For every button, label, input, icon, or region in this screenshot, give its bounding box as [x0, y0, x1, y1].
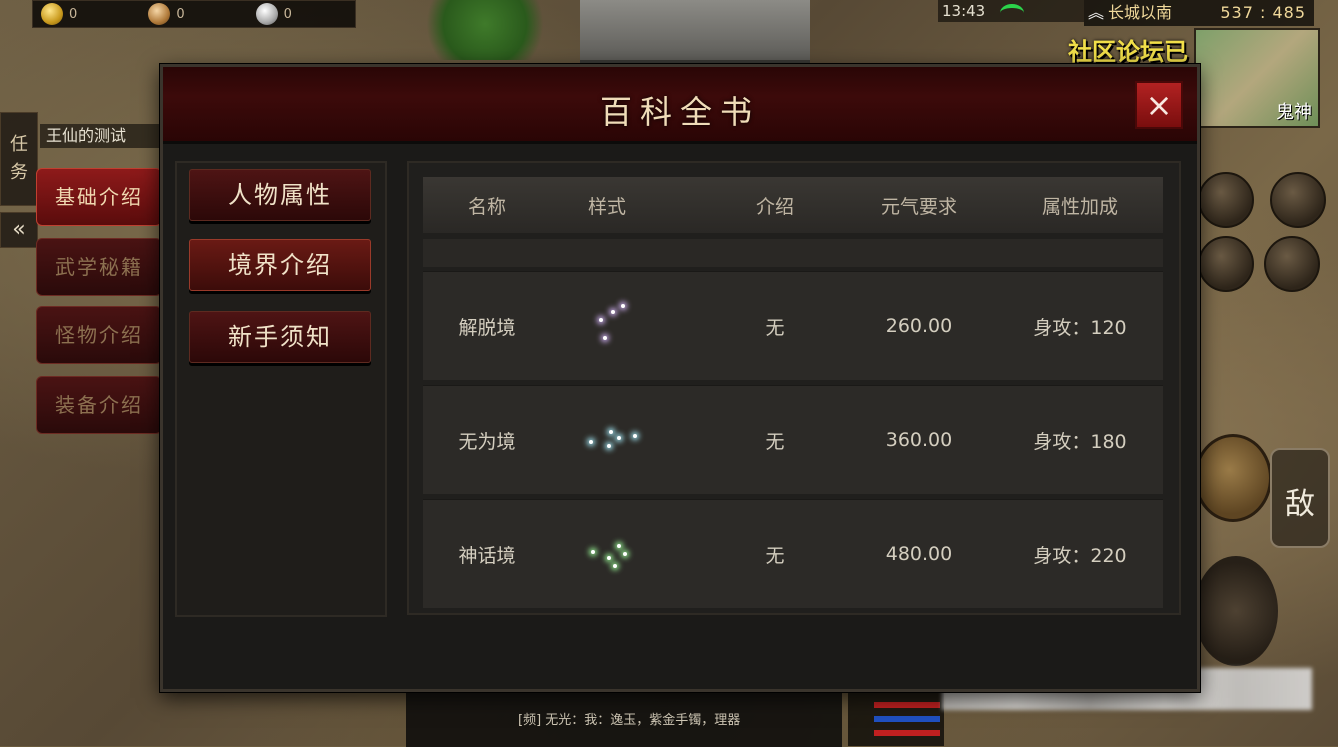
- category-character-attributes[interactable]: 人物属性: [189, 169, 371, 221]
- gold-ingot-icon: [41, 3, 63, 25]
- dialog-title: 百科全书: [599, 93, 760, 131]
- quest-title: 王仙的测试: [40, 124, 166, 148]
- sparkle-dot: [589, 440, 593, 444]
- copper-coin-icon: [148, 3, 171, 25]
- wifi-icon: [1000, 4, 1024, 22]
- sparkle-dot: [609, 430, 613, 434]
- col-requirement: 元气要求: [880, 195, 957, 218]
- realm-style-sparkles: [551, 386, 663, 494]
- sparkle-dot: [623, 552, 627, 556]
- realm-table: 名称 样式 介绍 元气要求 属性加成 解脱境 无 260.00 身攻：120 无…: [407, 161, 1181, 615]
- col-style: 样式: [587, 195, 626, 218]
- sparkle-dot: [603, 336, 607, 340]
- sparkle-dot: [599, 318, 603, 322]
- table-row[interactable]: 无为境 无 360.00 身攻：180: [423, 385, 1163, 494]
- side-button-monster-intro[interactable]: 怪物介绍: [36, 306, 162, 364]
- location-bar[interactable]: ︽ 长城以南 537 : 485: [1084, 0, 1314, 26]
- target-enemy-button[interactable]: 敌: [1270, 448, 1330, 548]
- side-button-martial-arts[interactable]: 武学秘籍: [36, 238, 162, 296]
- currency-silver: 0: [255, 3, 355, 25]
- tree-scenery: [410, 0, 560, 60]
- sparkle-dot: [591, 550, 595, 554]
- table-header: 名称 样式 介绍 元气要求 属性加成: [423, 177, 1163, 233]
- location-coords: 537 : 485: [1220, 3, 1306, 22]
- side-button-basic-intro[interactable]: 基础介绍: [36, 168, 162, 226]
- silver-value: 0: [283, 6, 292, 22]
- realm-name: 神话境: [458, 544, 516, 567]
- sparkle-dot: [607, 556, 611, 560]
- skill-slot-icon[interactable]: [1198, 172, 1254, 228]
- hp-bar: [874, 702, 940, 708]
- realm-desc: 无: [765, 316, 785, 339]
- table-row[interactable]: 神话境 无 480.00 身攻：220: [423, 499, 1163, 608]
- gold-value: 0: [69, 6, 78, 22]
- realm-bonus: 身攻：120: [1033, 316, 1127, 339]
- realm-requirement: 360.00: [885, 429, 953, 451]
- task-tab-char-2: 务: [10, 162, 28, 183]
- realm-requirement: 260.00: [885, 315, 953, 337]
- currency-bar: 0 0 0: [32, 0, 356, 28]
- realm-bonus: 身攻：180: [1033, 430, 1127, 453]
- task-tab[interactable]: 任 务: [0, 112, 38, 206]
- forum-notice[interactable]: 社区论坛已: [1068, 32, 1188, 67]
- realm-desc: 无: [765, 430, 785, 453]
- currency-gold: 0: [41, 3, 140, 25]
- realm-desc: 无: [765, 544, 785, 567]
- location-name: 长城以南: [1108, 3, 1173, 22]
- table-row[interactable]: 解脱境 无 260.00 身攻：120: [423, 271, 1163, 380]
- sparkle-dot: [607, 444, 611, 448]
- category-newbie-guide[interactable]: 新手须知: [189, 311, 371, 363]
- chat-line: [频] 无光：我：逸玉，紫金手镯，理器: [518, 713, 741, 728]
- building-scenery: [580, 0, 810, 63]
- chevron-up-icon[interactable]: ︽: [1084, 0, 1108, 26]
- realm-name: 解脱境: [458, 316, 516, 339]
- realm-bonus: 身攻：220: [1033, 544, 1127, 567]
- table-spacer: [423, 239, 1163, 267]
- category-realm-intro[interactable]: 境界介绍: [189, 239, 371, 291]
- sparkle-dot: [617, 436, 621, 440]
- realm-name: 无为境: [458, 430, 516, 453]
- col-bonus: 属性加成: [1041, 195, 1118, 218]
- minimap-label: 鬼神: [1276, 102, 1312, 123]
- menu-diamond-icon[interactable]: [1264, 236, 1320, 292]
- dialog-header: 百科全书 ×: [163, 67, 1197, 144]
- task-tab-char-1: 任: [10, 134, 28, 155]
- mp-bar: [874, 716, 940, 722]
- minimap[interactable]: 鬼神: [1194, 28, 1320, 128]
- side-button-equipment-intro[interactable]: 装备介绍: [36, 376, 162, 434]
- sparkle-dot: [613, 564, 617, 568]
- player-status-bars: [848, 688, 944, 746]
- encyclopedia-book-icon[interactable]: [1270, 172, 1326, 228]
- realm-style-sparkles: [551, 272, 663, 380]
- encyclopedia-dialog: 百科全书 × 人物属性 境界介绍 新手须知 名称 样式 介绍 元气要求 属性加成…: [160, 64, 1200, 692]
- exp-bar: [874, 730, 940, 736]
- skill-wheel[interactable]: [1194, 556, 1278, 666]
- sparkle-dot: [633, 434, 637, 438]
- realm-requirement: 480.00: [885, 543, 953, 565]
- sparkle-dot: [611, 310, 615, 314]
- coin-value: 0: [176, 6, 185, 22]
- bag-icon[interactable]: [1198, 236, 1254, 292]
- realm-style-sparkles: [551, 500, 663, 608]
- close-button[interactable]: ×: [1135, 81, 1183, 129]
- attack-orb-button[interactable]: [1194, 434, 1272, 522]
- silver-coin-icon: [255, 3, 278, 25]
- collapse-button[interactable]: «: [0, 212, 38, 248]
- currency-coin: 0: [148, 3, 247, 25]
- col-desc: 介绍: [755, 195, 794, 218]
- sparkle-dot: [617, 544, 621, 548]
- chat-box[interactable]: [频] 无光：我：逸玉，紫金手镯，理器: [406, 684, 842, 747]
- col-name: 名称: [467, 195, 506, 218]
- sparkle-dot: [621, 304, 625, 308]
- category-panel: 人物属性 境界介绍 新手须知: [175, 161, 387, 617]
